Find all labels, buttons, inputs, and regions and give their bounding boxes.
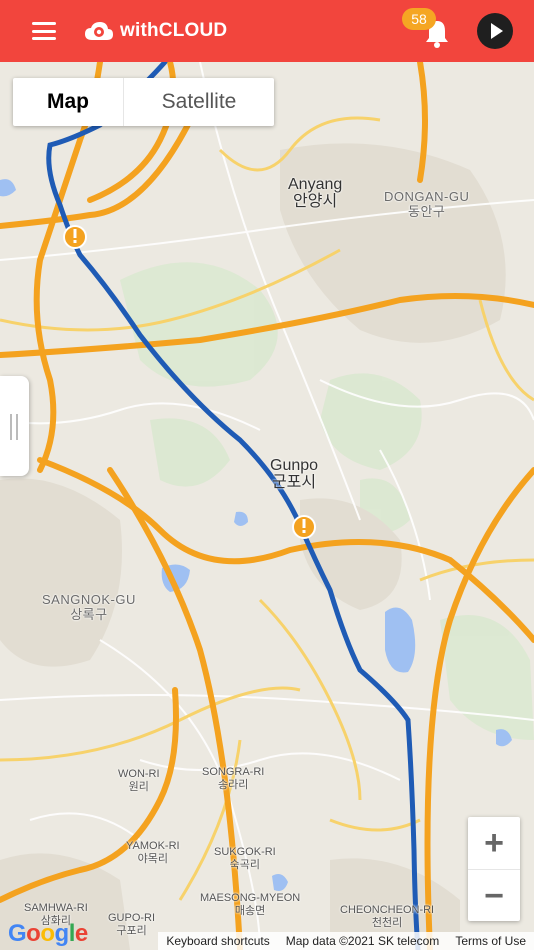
- brand-name: withCLOUD: [120, 20, 228, 41]
- place-won-ri: WON-RI 원리: [118, 768, 160, 793]
- app-header: withCLOUD 58: [0, 0, 534, 62]
- side-panel-handle[interactable]: [0, 376, 29, 476]
- place-gupo-ri: GUPO-RI 구포리: [108, 912, 156, 937]
- place-gunpo: Gunpo 군포시: [270, 457, 319, 491]
- google-logo[interactable]: Google: [8, 920, 88, 948]
- place-maesong-myeon: MAESONG-MYEON 매송면: [200, 892, 301, 917]
- terms-of-use-link[interactable]: Terms of Use: [447, 934, 534, 948]
- play-icon[interactable]: [477, 13, 513, 49]
- zoom-control: + −: [468, 817, 520, 921]
- cloud-logo-icon: [85, 22, 113, 40]
- warning-marker-2: [292, 515, 316, 539]
- place-yamok-ri: YAMOK-RI 야목리: [126, 840, 180, 865]
- map-type-control: Map Satellite: [13, 78, 274, 126]
- map-type-map-button[interactable]: Map: [13, 78, 124, 126]
- place-sangnok-gu: SANGNOK-GU 상록구: [42, 592, 136, 622]
- zoom-out-button[interactable]: −: [468, 870, 520, 922]
- place-cheoncheon-ri: CHEONCHEON-RI 천천리: [340, 904, 435, 929]
- keyboard-shortcuts-link[interactable]: Keyboard shortcuts: [158, 934, 277, 948]
- map-attribution: Keyboard shortcuts Map data ©2021 SK tel…: [158, 932, 534, 950]
- place-songra-ri: SONGRA-RI 송라리: [202, 766, 265, 791]
- map-data-text: Map data ©2021 SK telecom: [285, 934, 440, 948]
- place-dongan-gu: DONGAN-GU 동안구: [384, 189, 470, 219]
- zoom-in-button[interactable]: +: [468, 817, 520, 870]
- notification-badge: 58: [402, 8, 436, 30]
- hamburger-icon[interactable]: [32, 22, 56, 40]
- brand-logo[interactable]: withCLOUD: [84, 18, 227, 44]
- warning-marker-1: [63, 225, 87, 249]
- place-sukgok-ri: SUKGOK-RI 숙곡리: [214, 846, 276, 871]
- place-anyang: Anyang 안양시: [288, 176, 343, 210]
- map-type-satellite-button[interactable]: Satellite: [124, 78, 274, 126]
